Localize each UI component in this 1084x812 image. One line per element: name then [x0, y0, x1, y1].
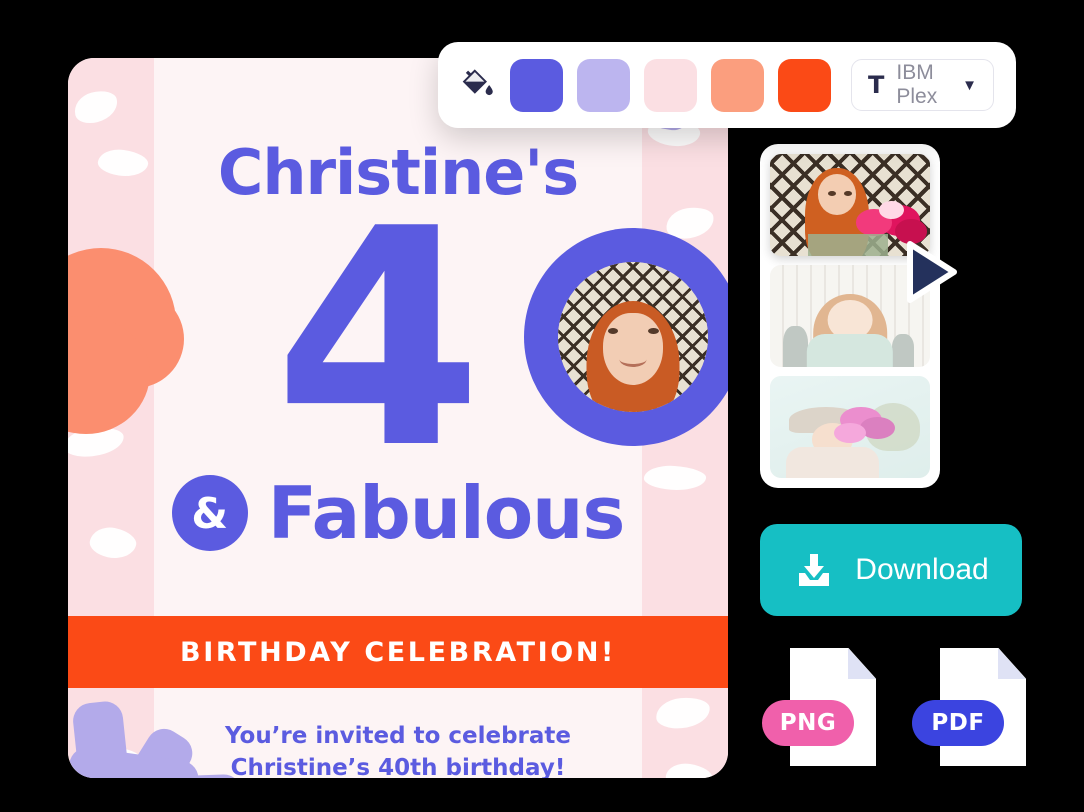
font-select[interactable]: T IBM Plex ▼	[851, 59, 994, 111]
banner-text: BIRTHDAY CELEBRATION!	[180, 636, 616, 668]
age-display: 4	[154, 190, 728, 490]
pdf-badge: PDF	[912, 700, 1004, 746]
fabulous-text: Fabulous	[267, 471, 626, 555]
age-photo-ring[interactable]	[524, 228, 728, 446]
ampersand-badge: &	[171, 475, 248, 551]
chevron-down-icon: ▼	[962, 76, 977, 94]
thumbnail-3[interactable]	[770, 376, 930, 478]
font-select-value: IBM Plex	[896, 61, 938, 108]
play-cursor[interactable]	[900, 236, 962, 308]
brush-stroke	[664, 760, 714, 778]
png-file[interactable]: PNG	[762, 648, 876, 766]
swatch-lavender[interactable]	[577, 58, 630, 112]
swatch-pale-pink[interactable]	[644, 58, 697, 112]
download-label: Download	[855, 553, 989, 586]
invitation-body-line-1: You’re invited to celebrate	[224, 723, 572, 749]
brush-stroke	[71, 87, 121, 127]
canvas-stage: Christine's 4 & Fabulous BIRTHDAY CELEBR…	[0, 0, 1084, 812]
invitation-body-line-2: Christine’s 40th birthday!	[230, 755, 566, 778]
style-toolbar: T IBM Plex ▼	[438, 42, 1016, 128]
celebration-banner: BIRTHDAY CELEBRATION!	[68, 616, 728, 688]
invitation-body: You’re invited to celebrate Christine’s …	[128, 720, 668, 778]
pdf-file[interactable]: PDF	[912, 648, 1026, 766]
swatch-salmon[interactable]	[711, 58, 764, 112]
text-type-icon: T	[868, 71, 885, 99]
paint-bucket-icon[interactable]	[460, 67, 496, 103]
brush-stroke	[643, 463, 707, 493]
photo-thumbnail-panel	[760, 144, 940, 488]
avatar	[558, 262, 708, 412]
download-button[interactable]: Download	[760, 524, 1022, 616]
download-tray-icon	[799, 554, 830, 586]
swatch-indigo[interactable]	[510, 58, 563, 112]
png-badge: PNG	[762, 700, 854, 746]
fabulous-row: & Fabulous	[154, 468, 642, 558]
brush-stroke	[87, 523, 139, 563]
age-digit: 4	[274, 165, 483, 514]
brush-stroke	[96, 146, 150, 180]
swatch-orange[interactable]	[778, 58, 831, 112]
invitation-card[interactable]: Christine's 4 & Fabulous BIRTHDAY CELEBR…	[68, 58, 728, 778]
